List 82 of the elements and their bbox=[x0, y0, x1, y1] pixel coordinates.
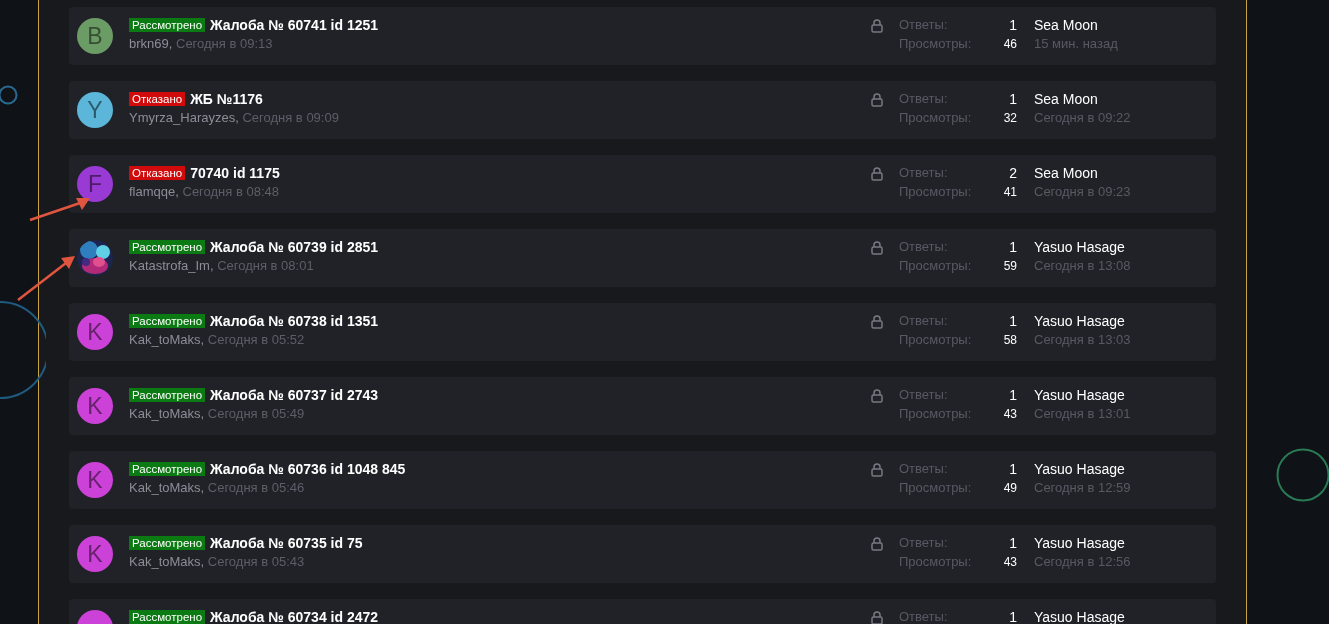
views-label: Просмотры: bbox=[899, 406, 973, 422]
annotation-arrow bbox=[28, 196, 92, 222]
thread-meta: Kak_toMaks, Сегодня в 05:43 bbox=[129, 554, 306, 569]
replies-label: Ответы: bbox=[899, 91, 949, 107]
status-label: Рассмотрено bbox=[129, 18, 206, 32]
views-label: Просмотры: bbox=[899, 258, 973, 274]
thread-title[interactable]: Жалоба № 60739 id 2851 bbox=[210, 239, 379, 255]
thread-meta: Kak_toMaks, Сегодня в 05:46 bbox=[129, 480, 306, 495]
thread-title[interactable]: Жалоба № 60734 id 2472 bbox=[210, 609, 379, 624]
annotation-arrow bbox=[16, 254, 76, 302]
thread-meta: Kak_toMaks, Сегодня в 05:52 bbox=[129, 332, 306, 347]
views-label: Просмотры: bbox=[899, 110, 973, 126]
replies-count: 1 bbox=[1008, 239, 1017, 255]
decorative-ring bbox=[0, 85, 18, 105]
replies-count: 2 bbox=[1008, 165, 1017, 181]
thread-row[interactable]: Рассмотрено Жалоба № 60739 id 2851 Katastrofa_Im, Сегодня в 08:01 Ответы: 1 Просмотры: 59 Yasuo Hasage Сегодня в 13:08 bbox=[69, 229, 1216, 287]
last-poster[interactable]: Sea Moon bbox=[1034, 165, 1208, 181]
replies-count: 1 bbox=[1008, 313, 1017, 329]
thread-title[interactable]: 70740 id 1175 bbox=[190, 165, 280, 181]
views-label: Просмотры: bbox=[899, 480, 973, 496]
thread-title[interactable]: Жалоба № 60737 id 2743 bbox=[210, 387, 379, 403]
thread-row[interactable]: Y Отказано ЖБ №1176 Ymyrza_Harayzes, Сегодня в 09:09 Ответы: 1 Просмотры: 32 Sea Moon Сегодня в 09:22 bbox=[69, 81, 1216, 139]
replies-count: 1 bbox=[1008, 387, 1017, 403]
views-count: 43 bbox=[1002, 554, 1017, 570]
replies-count: 1 bbox=[1008, 91, 1017, 107]
status-label: Отказано bbox=[129, 166, 186, 180]
thread-row[interactable]: K Рассмотрено Жалоба № 60738 id 1351 Kak_toMaks, Сегодня в 05:52 Ответы: 1 Просмотры: 58 Yasuo Hasage Сегодня в 13:03 bbox=[69, 303, 1216, 361]
status-label: Рассмотрено bbox=[129, 610, 206, 624]
views-count: 58 bbox=[1002, 332, 1017, 348]
status-label: Рассмотрено bbox=[129, 388, 206, 402]
replies-label: Ответы: bbox=[899, 609, 949, 624]
thread-meta: Katastrofa_Im, Сегодня в 08:01 bbox=[129, 258, 315, 273]
thread-meta: brkn69, Сегодня в 09:13 bbox=[129, 36, 274, 51]
views-label: Просмотры: bbox=[899, 332, 973, 348]
last-poster[interactable]: Yasuo Hasage bbox=[1034, 239, 1208, 255]
thread-title[interactable]: Жалоба № 60741 id 1251 bbox=[210, 17, 379, 33]
status-label: Рассмотрено bbox=[129, 462, 206, 476]
status-label: Отказано bbox=[129, 92, 186, 106]
views-count: 32 bbox=[1002, 110, 1017, 126]
replies-label: Ответы: bbox=[899, 239, 949, 255]
thread-title[interactable]: Жалоба № 60735 id 75 bbox=[210, 535, 363, 551]
thread-title[interactable]: Жалоба № 60736 id 1048 845 bbox=[210, 461, 406, 477]
thread-row[interactable]: K Рассмотрено Жалоба № 60736 id 1048 845 Kak_toMaks, Сегодня в 05:46 Ответы: 1 Просмотры: 49 Yasuo Hasage Сегодня в 12:59 bbox=[69, 451, 1216, 509]
thread-row[interactable]: K Рассмотрено Жалоба № 60735 id 75 Kak_toMaks, Сегодня в 05:43 Ответы: 1 Просмотры: 43 Yasuo Hasage Сегодня в 12:56 bbox=[69, 525, 1216, 583]
views-label: Просмотры: bbox=[899, 554, 973, 570]
status-label: Рассмотрено bbox=[129, 536, 206, 550]
last-poster[interactable]: Yasuo Hasage bbox=[1034, 387, 1208, 403]
thread-row[interactable]: F Отказано 70740 id 1175 flamqqe, Сегодня в 08:48 Ответы: 2 Просмотры: 41 Sea Moon Сегодня в 09:23 bbox=[69, 155, 1216, 213]
thread-row[interactable]: Рассмотрено Жалоба № 60734 id 2472 Ответы: 1 Yasuo Hasage bbox=[69, 599, 1216, 624]
thread-meta: Ymyrza_Harayzes, Сегодня в 09:09 bbox=[129, 110, 340, 125]
replies-label: Ответы: bbox=[899, 165, 949, 181]
last-poster[interactable]: Sea Moon bbox=[1034, 17, 1208, 33]
status-label: Рассмотрено bbox=[129, 314, 206, 328]
views-label: Просмотры: bbox=[899, 36, 973, 52]
views-count: 41 bbox=[1002, 184, 1017, 200]
replies-count: 1 bbox=[1008, 17, 1017, 33]
thread-meta: flamqqe, Сегодня в 08:48 bbox=[129, 184, 280, 199]
thread-meta: Kak_toMaks, Сегодня в 05:49 bbox=[129, 406, 306, 421]
last-poster[interactable]: Sea Moon bbox=[1034, 91, 1208, 107]
replies-count: 1 bbox=[1008, 535, 1017, 551]
views-count: 46 bbox=[1002, 36, 1017, 52]
views-count: 59 bbox=[1002, 258, 1017, 274]
replies-count: 1 bbox=[1008, 461, 1017, 477]
replies-label: Ответы: bbox=[899, 313, 949, 329]
thread-row[interactable]: B Рассмотрено Жалоба № 60741 id 1251 brkn69, Сегодня в 09:13 Ответы: 1 Просмотры: 46 Sea Moon 15 мин. назад bbox=[69, 7, 1216, 65]
thread-title[interactable]: ЖБ №1176 bbox=[190, 91, 263, 107]
replies-label: Ответы: bbox=[899, 535, 949, 551]
replies-label: Ответы: bbox=[899, 461, 949, 477]
last-poster[interactable]: Yasuo Hasage bbox=[1034, 535, 1208, 551]
decorative-ring bbox=[1276, 448, 1329, 502]
last-poster[interactable]: Yasuo Hasage bbox=[1034, 609, 1208, 624]
replies-count: 1 bbox=[1008, 609, 1017, 624]
replies-label: Ответы: bbox=[899, 387, 949, 403]
views-count: 43 bbox=[1002, 406, 1017, 422]
thread-title[interactable]: Жалоба № 60738 id 1351 bbox=[210, 313, 379, 329]
last-poster[interactable]: Yasuo Hasage bbox=[1034, 461, 1208, 477]
views-label: Просмотры: bbox=[899, 184, 973, 200]
replies-label: Ответы: bbox=[899, 17, 949, 33]
last-poster[interactable]: Yasuo Hasage bbox=[1034, 313, 1208, 329]
status-label: Рассмотрено bbox=[129, 240, 206, 254]
views-count: 49 bbox=[1002, 480, 1017, 496]
thread-row[interactable]: K Рассмотрено Жалоба № 60737 id 2743 Kak_toMaks, Сегодня в 05:49 Ответы: 1 Просмотры: 43 Yasuo Hasage Сегодня в 13:01 bbox=[69, 377, 1216, 435]
